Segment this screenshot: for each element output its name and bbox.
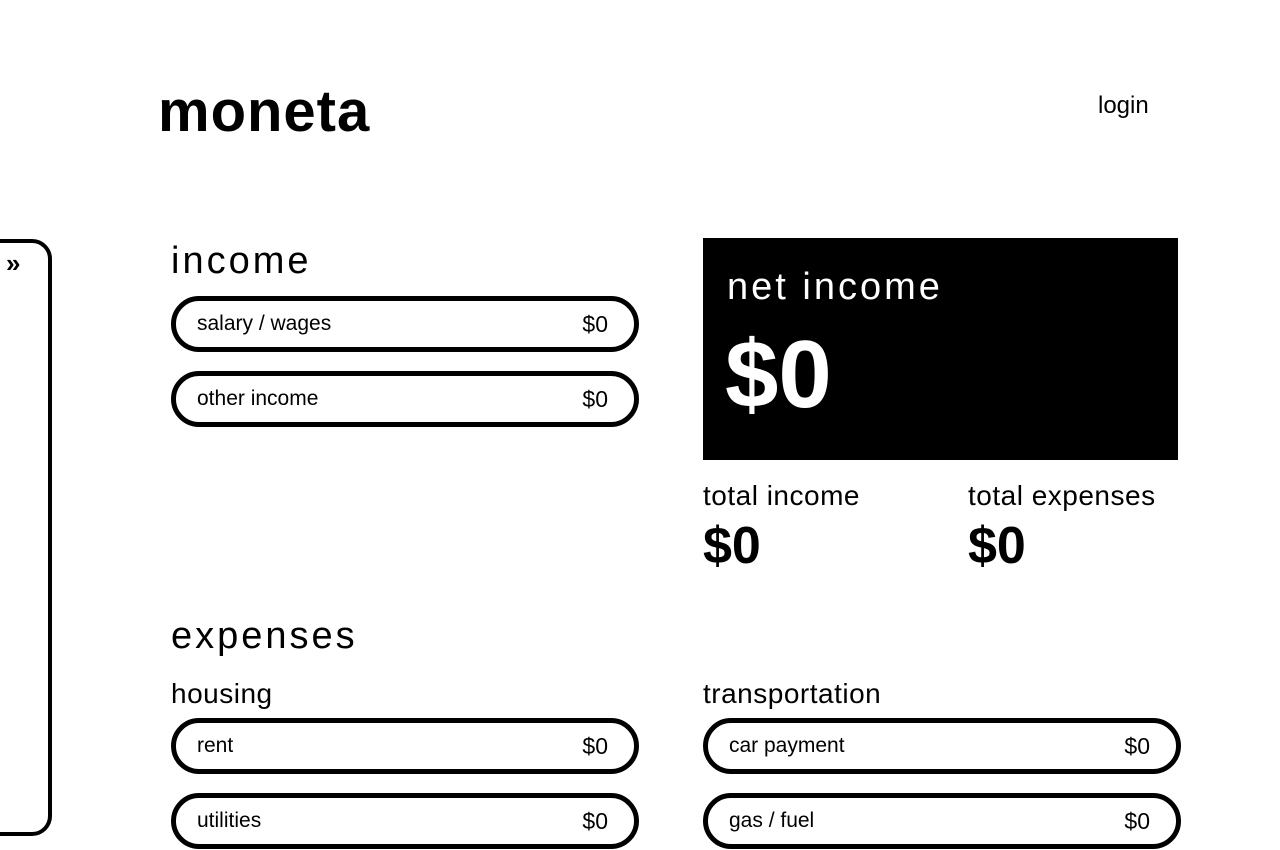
field-value: $0 bbox=[582, 732, 608, 759]
logo: moneta bbox=[158, 79, 371, 144]
field-value: $0 bbox=[582, 807, 608, 834]
total-income-value: $0 bbox=[703, 517, 761, 575]
expenses-heading: expenses bbox=[171, 615, 358, 657]
total-income-label: total income bbox=[703, 480, 860, 511]
transportation-heading: transportation bbox=[703, 678, 882, 709]
field-value: $0 bbox=[582, 310, 608, 337]
income-heading: income bbox=[171, 240, 312, 282]
field-label: car payment bbox=[729, 734, 845, 757]
total-expenses-label: total expenses bbox=[968, 480, 1156, 511]
net-income-value: $0 bbox=[725, 321, 832, 428]
field-label: salary / wages bbox=[197, 312, 332, 335]
field-value: $0 bbox=[582, 385, 608, 412]
rent-input[interactable]: rent $0 bbox=[171, 718, 639, 774]
car-payment-input[interactable]: car payment $0 bbox=[703, 718, 1181, 774]
expand-sidebar-icon[interactable]: » bbox=[6, 250, 20, 276]
sidebar-panel bbox=[0, 239, 52, 836]
net-income-card: net income $0 bbox=[703, 238, 1178, 460]
salary-input[interactable]: salary / wages $0 bbox=[171, 296, 639, 352]
gas-fuel-input[interactable]: gas / fuel $0 bbox=[703, 793, 1181, 849]
total-expenses-value: $0 bbox=[968, 517, 1026, 575]
utilities-input[interactable]: utilities $0 bbox=[171, 793, 639, 849]
field-label: utilities bbox=[197, 809, 262, 832]
field-label: rent bbox=[197, 734, 234, 757]
net-income-label: net income bbox=[727, 266, 943, 308]
other-income-input[interactable]: other income $0 bbox=[171, 371, 639, 427]
field-label: other income bbox=[197, 387, 319, 410]
field-value: $0 bbox=[1124, 807, 1150, 834]
field-value: $0 bbox=[1124, 732, 1150, 759]
field-label: gas / fuel bbox=[729, 809, 815, 832]
login-link[interactable]: login bbox=[1098, 92, 1149, 120]
housing-heading: housing bbox=[171, 678, 273, 709]
